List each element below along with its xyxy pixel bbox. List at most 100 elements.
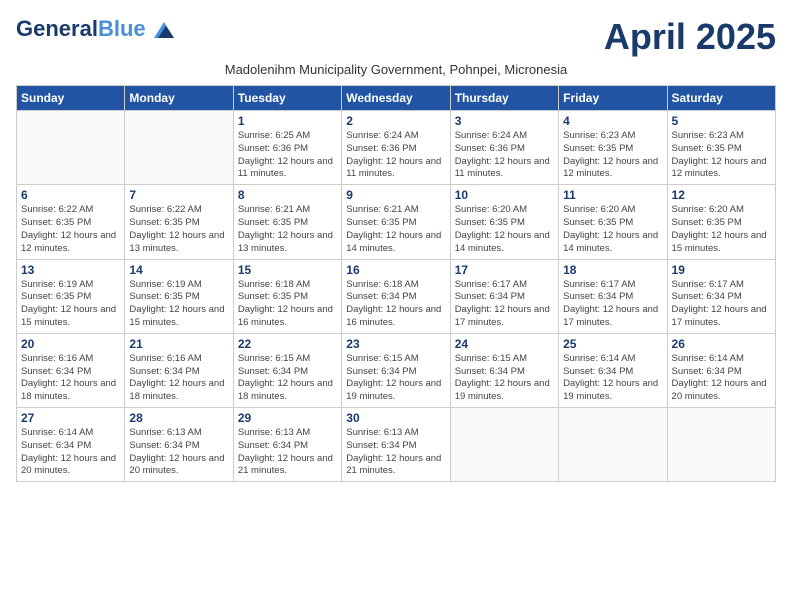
day-info: Sunrise: 6:13 AM Sunset: 6:34 PM Dayligh… [238, 427, 337, 478]
day-info: Sunrise: 6:16 AM Sunset: 6:34 PM Dayligh… [129, 353, 228, 404]
day-info: Sunrise: 6:19 AM Sunset: 6:35 PM Dayligh… [129, 279, 228, 330]
day-info: Sunrise: 6:17 AM Sunset: 6:34 PM Dayligh… [672, 279, 771, 330]
calendar-cell: 10 Sunrise: 6:20 AM Sunset: 6:35 PM Dayli… [450, 185, 558, 259]
day-number: 30 [346, 411, 445, 425]
subtitle: Madolenihm Municipality Government, Pohn… [16, 62, 776, 77]
day-info: Sunrise: 6:21 AM Sunset: 6:35 PM Dayligh… [238, 204, 337, 255]
calendar-cell: 30 Sunrise: 6:13 AM Sunset: 6:34 PM Dayli… [342, 408, 450, 482]
day-info: Sunrise: 6:18 AM Sunset: 6:34 PM Dayligh… [346, 279, 445, 330]
calendar-cell: 27 Sunrise: 6:14 AM Sunset: 6:34 PM Dayli… [17, 408, 125, 482]
calendar-cell [450, 408, 558, 482]
day-info: Sunrise: 6:15 AM Sunset: 6:34 PM Dayligh… [455, 353, 554, 404]
day-info: Sunrise: 6:24 AM Sunset: 6:36 PM Dayligh… [455, 130, 554, 181]
weekday-header-wednesday: Wednesday [342, 86, 450, 111]
calendar-cell: 17Sunrise: 6:17 AM Sunset: 6:34 PM Dayli… [450, 259, 558, 333]
day-number: 28 [129, 411, 228, 425]
day-info: Sunrise: 6:19 AM Sunset: 6:35 PM Dayligh… [21, 279, 120, 330]
calendar-cell: 6 Sunrise: 6:22 AM Sunset: 6:35 PM Daylig… [17, 185, 125, 259]
day-info: Sunrise: 6:22 AM Sunset: 6:35 PM Dayligh… [21, 204, 120, 255]
day-info: Sunrise: 6:15 AM Sunset: 6:34 PM Dayligh… [346, 353, 445, 404]
calendar-cell: 29 Sunrise: 6:13 AM Sunset: 6:34 PM Dayli… [233, 408, 341, 482]
calendar-cell: 21 Sunrise: 6:16 AM Sunset: 6:34 PM Dayli… [125, 333, 233, 407]
calendar-cell: 18 Sunrise: 6:17 AM Sunset: 6:34 PM Dayli… [559, 259, 667, 333]
day-info: Sunrise: 6:22 AM Sunset: 6:35 PM Dayligh… [129, 204, 228, 255]
day-number: 7 [129, 188, 228, 202]
day-number: 9 [346, 188, 445, 202]
weekday-header-saturday: Saturday [667, 86, 775, 111]
calendar-cell: 20 Sunrise: 6:16 AM Sunset: 6:34 PM Dayli… [17, 333, 125, 407]
weekday-header-thursday: Thursday [450, 86, 558, 111]
calendar-cell: 26 Sunrise: 6:14 AM Sunset: 6:34 PM Dayli… [667, 333, 775, 407]
day-info: Sunrise: 6:13 AM Sunset: 6:34 PM Dayligh… [346, 427, 445, 478]
calendar-week-1: 1 Sunrise: 6:25 AM Sunset: 6:36 PM Daylig… [17, 111, 776, 185]
calendar-cell: 13 Sunrise: 6:19 AM Sunset: 6:35 PM Dayli… [17, 259, 125, 333]
day-info: Sunrise: 6:25 AM Sunset: 6:36 PM Dayligh… [238, 130, 337, 181]
day-info: Sunrise: 6:16 AM Sunset: 6:34 PM Dayligh… [21, 353, 120, 404]
calendar-week-5: 27 Sunrise: 6:14 AM Sunset: 6:34 PM Dayli… [17, 408, 776, 482]
day-number: 23 [346, 337, 445, 351]
calendar-week-2: 6 Sunrise: 6:22 AM Sunset: 6:35 PM Daylig… [17, 185, 776, 259]
day-info: Sunrise: 6:15 AM Sunset: 6:34 PM Dayligh… [238, 353, 337, 404]
day-number: 12 [672, 188, 771, 202]
day-number: 25 [563, 337, 662, 351]
calendar-cell: 7 Sunrise: 6:22 AM Sunset: 6:35 PM Daylig… [125, 185, 233, 259]
weekday-header-tuesday: Tuesday [233, 86, 341, 111]
calendar-cell: 3 Sunrise: 6:24 AM Sunset: 6:36 PM Daylig… [450, 111, 558, 185]
day-info: Sunrise: 6:21 AM Sunset: 6:35 PM Dayligh… [346, 204, 445, 255]
calendar-cell: 8Sunrise: 6:21 AM Sunset: 6:35 PM Daylig… [233, 185, 341, 259]
day-number: 19 [672, 263, 771, 277]
day-number: 6 [21, 188, 120, 202]
day-info: Sunrise: 6:20 AM Sunset: 6:35 PM Dayligh… [563, 204, 662, 255]
day-number: 21 [129, 337, 228, 351]
calendar-week-3: 13 Sunrise: 6:19 AM Sunset: 6:35 PM Dayli… [17, 259, 776, 333]
day-number: 17 [455, 263, 554, 277]
calendar-header-row: SundayMondayTuesdayWednesdayThursdayFrid… [17, 86, 776, 111]
day-number: 29 [238, 411, 337, 425]
day-number: 13 [21, 263, 120, 277]
calendar-cell: 9 Sunrise: 6:21 AM Sunset: 6:35 PM Daylig… [342, 185, 450, 259]
day-number: 24 [455, 337, 554, 351]
day-number: 22 [238, 337, 337, 351]
day-info: Sunrise: 6:20 AM Sunset: 6:35 PM Dayligh… [455, 204, 554, 255]
day-info: Sunrise: 6:20 AM Sunset: 6:35 PM Dayligh… [672, 204, 771, 255]
day-number: 27 [21, 411, 120, 425]
day-info: Sunrise: 6:14 AM Sunset: 6:34 PM Dayligh… [672, 353, 771, 404]
day-number: 15 [238, 263, 337, 277]
weekday-header-monday: Monday [125, 86, 233, 111]
calendar-cell: 23 Sunrise: 6:15 AM Sunset: 6:34 PM Dayli… [342, 333, 450, 407]
day-number: 4 [563, 114, 662, 128]
calendar-cell [125, 111, 233, 185]
day-number: 18 [563, 263, 662, 277]
logo-icon [154, 22, 174, 38]
day-info: Sunrise: 6:17 AM Sunset: 6:34 PM Dayligh… [563, 279, 662, 330]
logo-text: GeneralBlue [16, 16, 174, 42]
calendar-cell: 11Sunrise: 6:20 AM Sunset: 6:35 PM Dayli… [559, 185, 667, 259]
day-info: Sunrise: 6:14 AM Sunset: 6:34 PM Dayligh… [563, 353, 662, 404]
calendar-table: SundayMondayTuesdayWednesdayThursdayFrid… [16, 85, 776, 482]
calendar-cell: 1 Sunrise: 6:25 AM Sunset: 6:36 PM Daylig… [233, 111, 341, 185]
day-info: Sunrise: 6:14 AM Sunset: 6:34 PM Dayligh… [21, 427, 120, 478]
day-info: Sunrise: 6:18 AM Sunset: 6:35 PM Dayligh… [238, 279, 337, 330]
calendar-cell: 28 Sunrise: 6:13 AM Sunset: 6:34 PM Dayli… [125, 408, 233, 482]
day-number: 26 [672, 337, 771, 351]
day-info: Sunrise: 6:24 AM Sunset: 6:36 PM Dayligh… [346, 130, 445, 181]
calendar-cell [559, 408, 667, 482]
day-number: 10 [455, 188, 554, 202]
calendar-cell: 24 Sunrise: 6:15 AM Sunset: 6:34 PM Dayli… [450, 333, 558, 407]
calendar-cell: 12 Sunrise: 6:20 AM Sunset: 6:35 PM Dayli… [667, 185, 775, 259]
logo: GeneralBlue [16, 16, 174, 42]
page-header: GeneralBlue April 2025 [16, 16, 776, 58]
day-number: 3 [455, 114, 554, 128]
day-number: 1 [238, 114, 337, 128]
calendar-cell [17, 111, 125, 185]
day-number: 20 [21, 337, 120, 351]
calendar-cell: 4Sunrise: 6:23 AM Sunset: 6:35 PM Daylig… [559, 111, 667, 185]
calendar-cell: 5Sunrise: 6:23 AM Sunset: 6:35 PM Daylig… [667, 111, 775, 185]
weekday-header-friday: Friday [559, 86, 667, 111]
calendar-cell: 16Sunrise: 6:18 AM Sunset: 6:34 PM Dayli… [342, 259, 450, 333]
day-info: Sunrise: 6:23 AM Sunset: 6:35 PM Dayligh… [672, 130, 771, 181]
weekday-header-sunday: Sunday [17, 86, 125, 111]
day-info: Sunrise: 6:13 AM Sunset: 6:34 PM Dayligh… [129, 427, 228, 478]
calendar-cell: 2Sunrise: 6:24 AM Sunset: 6:36 PM Daylig… [342, 111, 450, 185]
calendar-cell: 25 Sunrise: 6:14 AM Sunset: 6:34 PM Dayli… [559, 333, 667, 407]
